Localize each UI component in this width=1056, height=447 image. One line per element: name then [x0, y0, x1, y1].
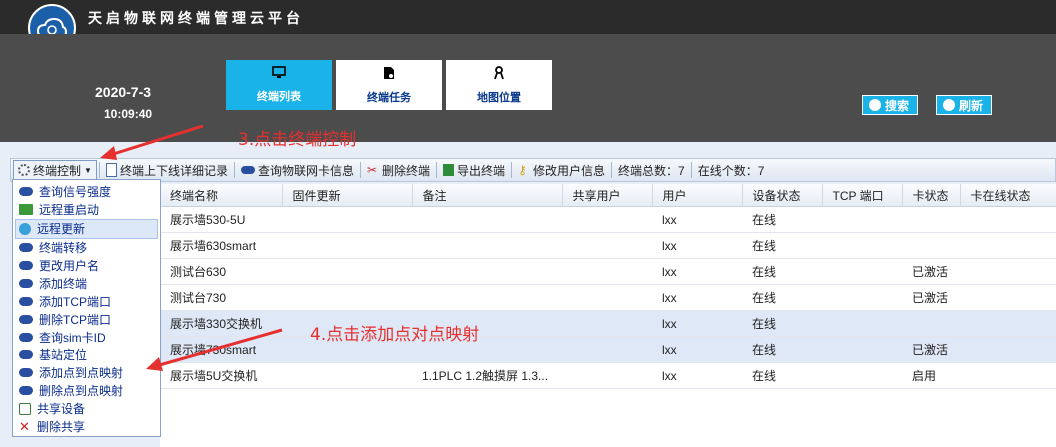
annotation-arrowhead-step4 — [146, 357, 163, 371]
annotation-arrow-step4 — [155, 328, 283, 368]
annotation-arrowhead-step3 — [100, 146, 117, 160]
annotation-arrows — [100, 124, 283, 371]
annotation-arrow-step3 — [109, 124, 204, 157]
